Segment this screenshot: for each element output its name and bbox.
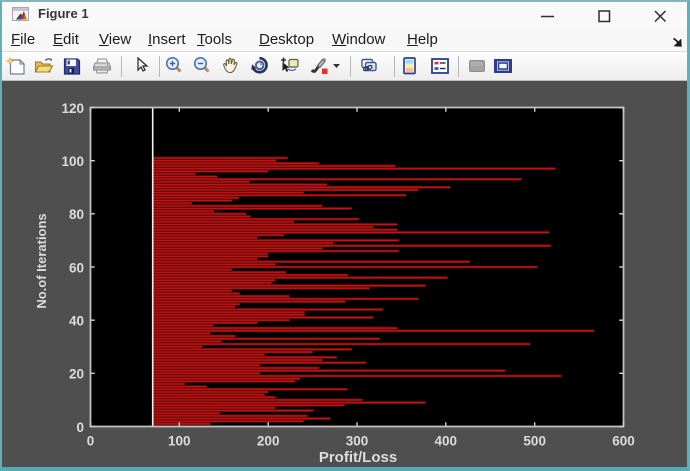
- svg-text:No.of Iterations: No.of Iterations: [34, 213, 49, 308]
- svg-text:100: 100: [61, 154, 84, 169]
- svg-text:80: 80: [69, 207, 84, 222]
- svg-text:120: 120: [61, 101, 84, 116]
- svg-text:0: 0: [76, 420, 84, 435]
- svg-text:300: 300: [346, 434, 369, 449]
- svg-text:400: 400: [435, 434, 458, 449]
- svg-text:20: 20: [69, 367, 84, 382]
- svg-text:100: 100: [168, 434, 191, 449]
- svg-text:60: 60: [69, 260, 84, 275]
- svg-text:Profit/Loss: Profit/Loss: [319, 449, 397, 466]
- svg-text:500: 500: [523, 434, 546, 449]
- svg-text:40: 40: [69, 314, 84, 329]
- svg-text:0: 0: [87, 434, 95, 449]
- svg-text:600: 600: [612, 434, 635, 449]
- svg-text:200: 200: [257, 434, 280, 449]
